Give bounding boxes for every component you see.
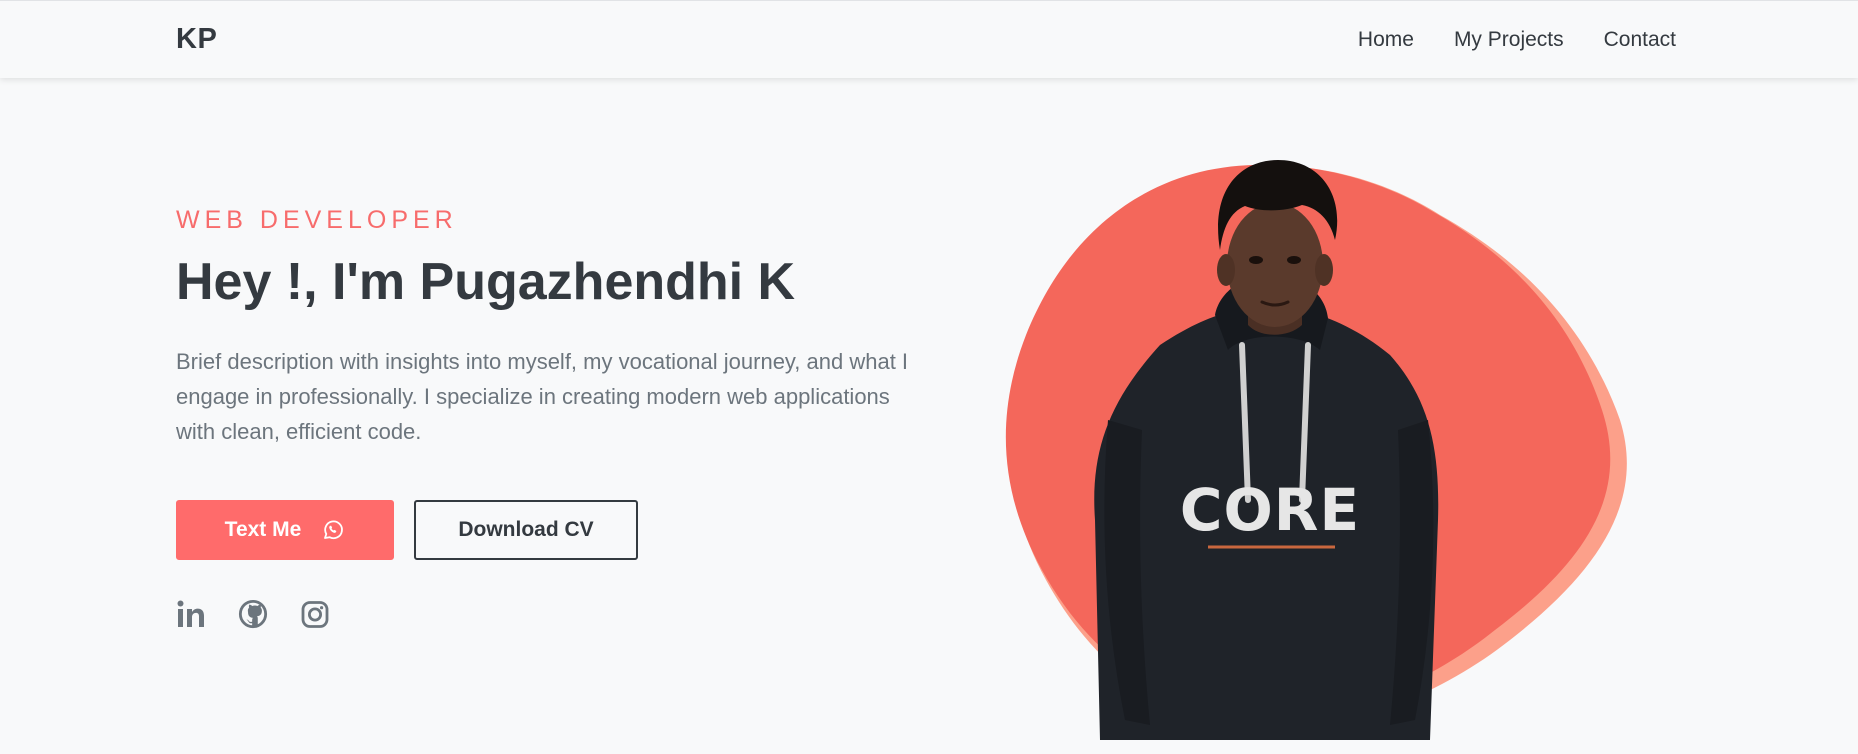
social-links [176,598,330,630]
nav-link-my-projects[interactable]: My Projects [1454,28,1564,52]
whatsapp-icon [321,518,345,542]
hero-image: CORE [990,100,1650,740]
navbar: KP Home My Projects Contact [0,0,1858,78]
hero-description: Brief description with insights into mys… [176,349,909,444]
linkedin-icon[interactable] [176,598,206,630]
brand-logo[interactable]: KP [176,23,217,56]
github-icon[interactable] [238,598,268,630]
text-me-button[interactable]: Text Me [176,500,394,560]
shirt-print-text: CORE [1180,476,1360,544]
nav-link-contact[interactable]: Contact [1604,28,1676,52]
instagram-icon[interactable] [300,598,330,630]
nav-link-home[interactable]: Home [1358,28,1414,52]
hero-headline: Hey !, I'm Pugazhendhi K [176,253,796,311]
hero-subtitle: WEB DEVELOPER [176,206,458,234]
text-me-label: Text Me [224,518,302,541]
nav-links: Home My Projects Contact [1358,28,1676,52]
download-cv-button[interactable]: Download CV [414,500,638,560]
